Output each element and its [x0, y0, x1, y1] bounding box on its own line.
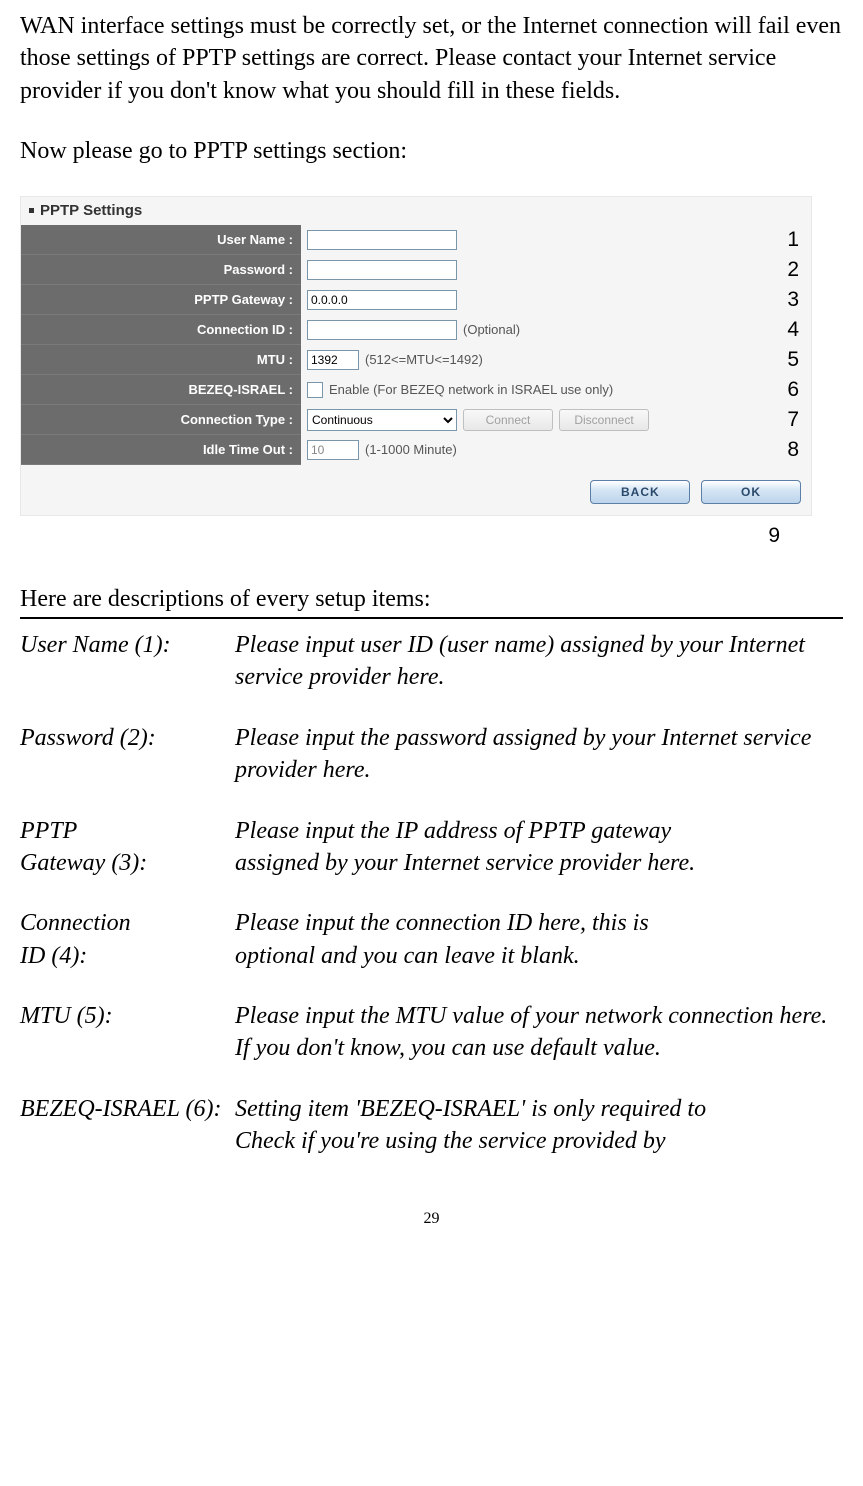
annotation-3: 3	[787, 286, 799, 314]
idle-hint: (1-1000 Minute)	[365, 441, 457, 459]
bullet-icon	[29, 208, 34, 213]
d3-text-a: Please input the IP address of PPTP gate…	[235, 815, 843, 847]
page-number: 29	[20, 1208, 843, 1230]
pptp-header-text: PPTP Settings	[40, 201, 142, 221]
annotation-1: 1	[787, 226, 799, 254]
annotation-5: 5	[787, 346, 799, 374]
annotation-9: 9	[20, 522, 810, 550]
intro-paragraph: WAN interface settings must be correctly…	[20, 10, 843, 107]
gateway-label: PPTP Gateway :	[21, 285, 301, 315]
d2-label: Password (2):	[20, 722, 235, 787]
connection-type-label: Connection Type :	[21, 405, 301, 435]
annotation-2: 2	[787, 256, 799, 284]
d4-label-a: Connection	[20, 907, 235, 939]
ok-button[interactable]: OK	[701, 480, 801, 504]
bezeq-hint: Enable (For BEZEQ network in ISRAEL use …	[329, 381, 613, 399]
username-label: User Name :	[21, 225, 301, 255]
d5-label: MTU (5):	[20, 1000, 235, 1065]
goto-paragraph: Now please go to PPTP settings section:	[20, 135, 843, 167]
mtu-label: MTU :	[21, 345, 301, 375]
d4-label-b: ID (4):	[20, 940, 235, 972]
gateway-input[interactable]	[307, 290, 457, 310]
disconnect-button[interactable]: Disconnect	[559, 409, 649, 431]
connection-id-label: Connection ID :	[21, 315, 301, 345]
desc-intro: Here are descriptions of every setup ite…	[20, 583, 843, 615]
annotation-6: 6	[787, 376, 799, 404]
password-input[interactable]	[307, 260, 457, 280]
annotation-8: 8	[787, 436, 799, 464]
connection-type-select[interactable]: Continuous	[307, 409, 457, 431]
idle-label: Idle Time Out :	[21, 435, 301, 465]
annotation-7: 7	[787, 406, 799, 434]
d4-text-a: Please input the connection ID here, thi…	[235, 907, 843, 939]
mtu-hint: (512<=MTU<=1492)	[365, 351, 483, 369]
connection-id-input[interactable]	[307, 320, 457, 340]
pptp-settings-panel: PPTP Settings User Name : 1 Password : 2…	[20, 196, 812, 517]
divider	[20, 617, 843, 619]
d6-label: BEZEQ-ISRAEL (6):	[20, 1093, 235, 1125]
username-input[interactable]	[307, 230, 457, 250]
connection-id-hint: (Optional)	[463, 321, 520, 339]
action-area: BACK OK	[21, 465, 811, 515]
d2-text: Please input the password assigned by yo…	[235, 722, 843, 787]
idle-input[interactable]	[307, 440, 359, 460]
connect-button[interactable]: Connect	[463, 409, 553, 431]
d6-text-b: Check if you're using the service provid…	[235, 1125, 843, 1157]
back-button[interactable]: BACK	[590, 480, 690, 504]
mtu-input[interactable]	[307, 350, 359, 370]
description-table: User Name (1): Please input user ID (use…	[20, 629, 843, 1158]
d5-text: Please input the MTU value of your netwo…	[235, 1000, 843, 1065]
d1-text: Please input user ID (user name) assigne…	[235, 629, 843, 694]
annotation-4: 4	[787, 316, 799, 344]
d4-text-b: optional and you can leave it blank.	[235, 940, 843, 972]
d3-label-b: Gateway (3):	[20, 847, 235, 879]
d3-text-b: assigned by your Internet service provid…	[235, 847, 843, 879]
d1-label: User Name (1):	[20, 629, 235, 694]
bezeq-checkbox[interactable]	[307, 382, 323, 398]
bezeq-label: BEZEQ-ISRAEL :	[21, 375, 301, 405]
d6-text-a: Setting item 'BEZEQ-ISRAEL' is only requ…	[235, 1093, 843, 1125]
pptp-header: PPTP Settings	[21, 197, 811, 225]
password-label: Password :	[21, 255, 301, 285]
d3-label-a: PPTP	[20, 815, 235, 847]
